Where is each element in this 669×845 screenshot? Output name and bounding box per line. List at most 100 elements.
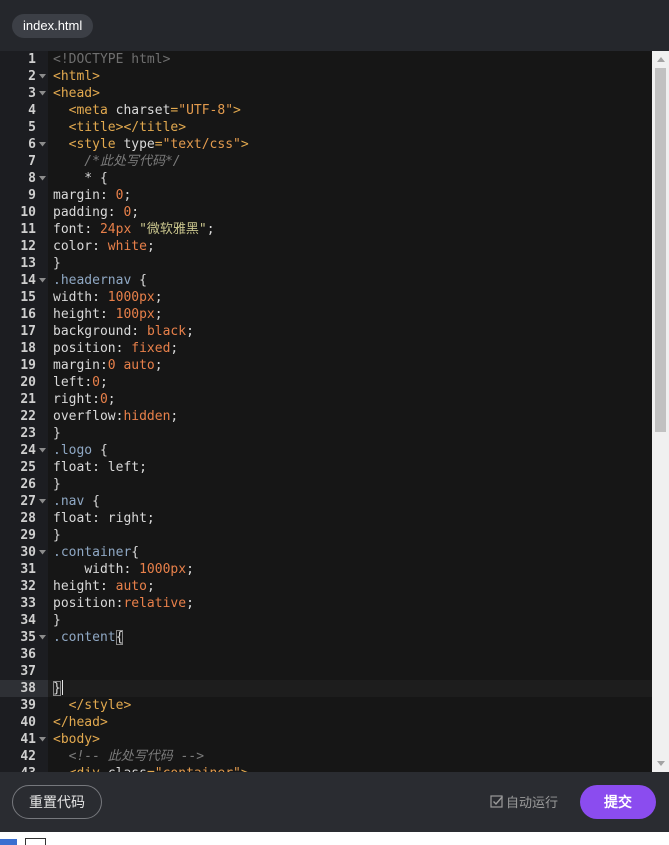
code-text[interactable]: overflow:hidden; [48, 408, 652, 425]
code-line[interactable]: 31 width: 1000px; [0, 561, 652, 578]
fold-chevron-down-icon[interactable] [36, 170, 48, 187]
code-text[interactable] [48, 646, 652, 663]
code-line[interactable]: 23} [0, 425, 652, 442]
code-text[interactable]: color: white; [48, 238, 652, 255]
code-line[interactable]: 22 overflow:hidden; [0, 408, 652, 425]
code-text[interactable]: </head> [48, 714, 652, 731]
code-line[interactable]: 40 </head> [0, 714, 652, 731]
fold-chevron-down-icon[interactable] [36, 731, 48, 748]
code-text[interactable]: .headernav { [48, 272, 652, 289]
code-line[interactable]: 35 .content{ [0, 629, 652, 646]
code-text[interactable]: <body> [48, 731, 652, 748]
code-line[interactable]: 3 <head> [0, 85, 652, 102]
code-line[interactable]: 18 position: fixed; [0, 340, 652, 357]
code-line[interactable]: 43 <div class="container"> [0, 765, 652, 772]
submit-button[interactable]: 提交 [580, 785, 656, 819]
code-line[interactable]: 38} [0, 680, 652, 697]
code-text[interactable]: <html> [48, 68, 652, 85]
code-text[interactable]: left:0; [48, 374, 652, 391]
code-line[interactable]: 13} [0, 255, 652, 272]
code-line[interactable]: 29} [0, 527, 652, 544]
code-text[interactable]: float: right; [48, 510, 652, 527]
code-text[interactable]: margin: 0; [48, 187, 652, 204]
code-text[interactable]: <!-- 此处写代码 --> [48, 748, 652, 765]
code-text[interactable]: float: left; [48, 459, 652, 476]
fold-chevron-down-icon[interactable] [36, 442, 48, 459]
code-editor[interactable]: 1 <!DOCTYPE html> 2 <html> 3 <head> 4 <meta ch… [0, 51, 652, 772]
code-text[interactable]: } [48, 425, 652, 442]
code-line[interactable]: 30 .container{ [0, 544, 652, 561]
code-line[interactable]: 17 background: black; [0, 323, 652, 340]
tab-index-html[interactable]: index.html [12, 14, 94, 38]
code-text[interactable]: position: fixed; [48, 340, 652, 357]
code-line[interactable]: 8 * { [0, 170, 652, 187]
code-text[interactable]: } [48, 612, 652, 629]
code-line[interactable]: 12 color: white; [0, 238, 652, 255]
fold-chevron-down-icon[interactable] [36, 136, 48, 153]
code-text[interactable]: } [48, 680, 652, 697]
code-line[interactable]: 42 <!-- 此处写代码 --> [0, 748, 652, 765]
code-line[interactable]: 10 padding: 0; [0, 204, 652, 221]
code-text[interactable] [48, 663, 652, 680]
code-line[interactable]: 21 right:0; [0, 391, 652, 408]
code-text[interactable]: height: 100px; [48, 306, 652, 323]
vertical-scrollbar[interactable] [652, 51, 669, 772]
code-line[interactable]: 28 float: right; [0, 510, 652, 527]
auto-run-toggle[interactable]: 自动运行 [489, 792, 558, 810]
code-line[interactable]: 39 </style> [0, 697, 652, 714]
code-text[interactable]: } [48, 255, 652, 272]
code-line[interactable]: 9 margin: 0; [0, 187, 652, 204]
code-text[interactable]: } [48, 476, 652, 493]
code-line[interactable]: 7 /*此处写代码*/ [0, 153, 652, 170]
code-lines[interactable]: 1 <!DOCTYPE html> 2 <html> 3 <head> 4 <meta ch… [0, 51, 652, 772]
code-text[interactable]: height: auto; [48, 578, 652, 595]
code-text[interactable]: <head> [48, 85, 652, 102]
code-line[interactable]: 20 left:0; [0, 374, 652, 391]
code-line[interactable]: 25 float: left; [0, 459, 652, 476]
fold-chevron-down-icon[interactable] [36, 85, 48, 102]
code-line[interactable]: 16 height: 100px; [0, 306, 652, 323]
code-line[interactable]: 32 height: auto; [0, 578, 652, 595]
fold-chevron-down-icon[interactable] [36, 68, 48, 85]
code-text[interactable]: <!DOCTYPE html> [48, 51, 652, 68]
code-line[interactable]: 19 margin:0 auto; [0, 357, 652, 374]
code-text[interactable]: background: black; [48, 323, 652, 340]
code-line[interactable]: 6 <style type="text/css"> [0, 136, 652, 153]
code-line[interactable]: 14 .headernav { [0, 272, 652, 289]
code-text[interactable]: width: 1000px; [48, 561, 652, 578]
checkbox-checked-icon[interactable] [489, 794, 504, 809]
code-line[interactable]: 15 width: 1000px; [0, 289, 652, 306]
fold-chevron-down-icon[interactable] [36, 629, 48, 646]
code-line[interactable]: 4 <meta charset="UTF-8"> [0, 102, 652, 119]
code-text[interactable]: width: 1000px; [48, 289, 652, 306]
code-line[interactable]: 26} [0, 476, 652, 493]
code-text[interactable]: * { [48, 170, 652, 187]
fold-chevron-down-icon[interactable] [36, 272, 48, 289]
scrollbar-thumb[interactable] [655, 68, 666, 432]
code-line[interactable]: 24 .logo { [0, 442, 652, 459]
code-line[interactable]: 41 <body> [0, 731, 652, 748]
code-line[interactable]: 37 [0, 663, 652, 680]
fold-chevron-down-icon[interactable] [36, 493, 48, 510]
scroll-up-arrow-icon[interactable] [652, 51, 669, 68]
code-text[interactable]: right:0; [48, 391, 652, 408]
code-text[interactable]: <style type="text/css"> [48, 136, 652, 153]
scroll-down-arrow-icon[interactable] [652, 755, 669, 772]
code-text[interactable]: .content{ [48, 629, 652, 646]
code-line[interactable]: 36 [0, 646, 652, 663]
code-line[interactable]: 33 position:relative; [0, 595, 652, 612]
reset-code-button[interactable]: 重置代码 [12, 785, 102, 819]
code-text[interactable]: position:relative; [48, 595, 652, 612]
code-text[interactable]: /*此处写代码*/ [48, 153, 652, 170]
code-text[interactable]: <div class="container"> [48, 765, 652, 772]
code-text[interactable]: } [48, 527, 652, 544]
code-text[interactable]: </style> [48, 697, 652, 714]
code-text[interactable]: .logo { [48, 442, 652, 459]
code-line[interactable]: 27 .nav { [0, 493, 652, 510]
code-text[interactable]: .nav { [48, 493, 652, 510]
code-line[interactable]: 5 <title></title> [0, 119, 652, 136]
code-line[interactable]: 34} [0, 612, 652, 629]
code-text[interactable]: .container{ [48, 544, 652, 561]
code-text[interactable]: font: 24px "微软雅黑"; [48, 221, 652, 238]
code-text[interactable]: margin:0 auto; [48, 357, 652, 374]
